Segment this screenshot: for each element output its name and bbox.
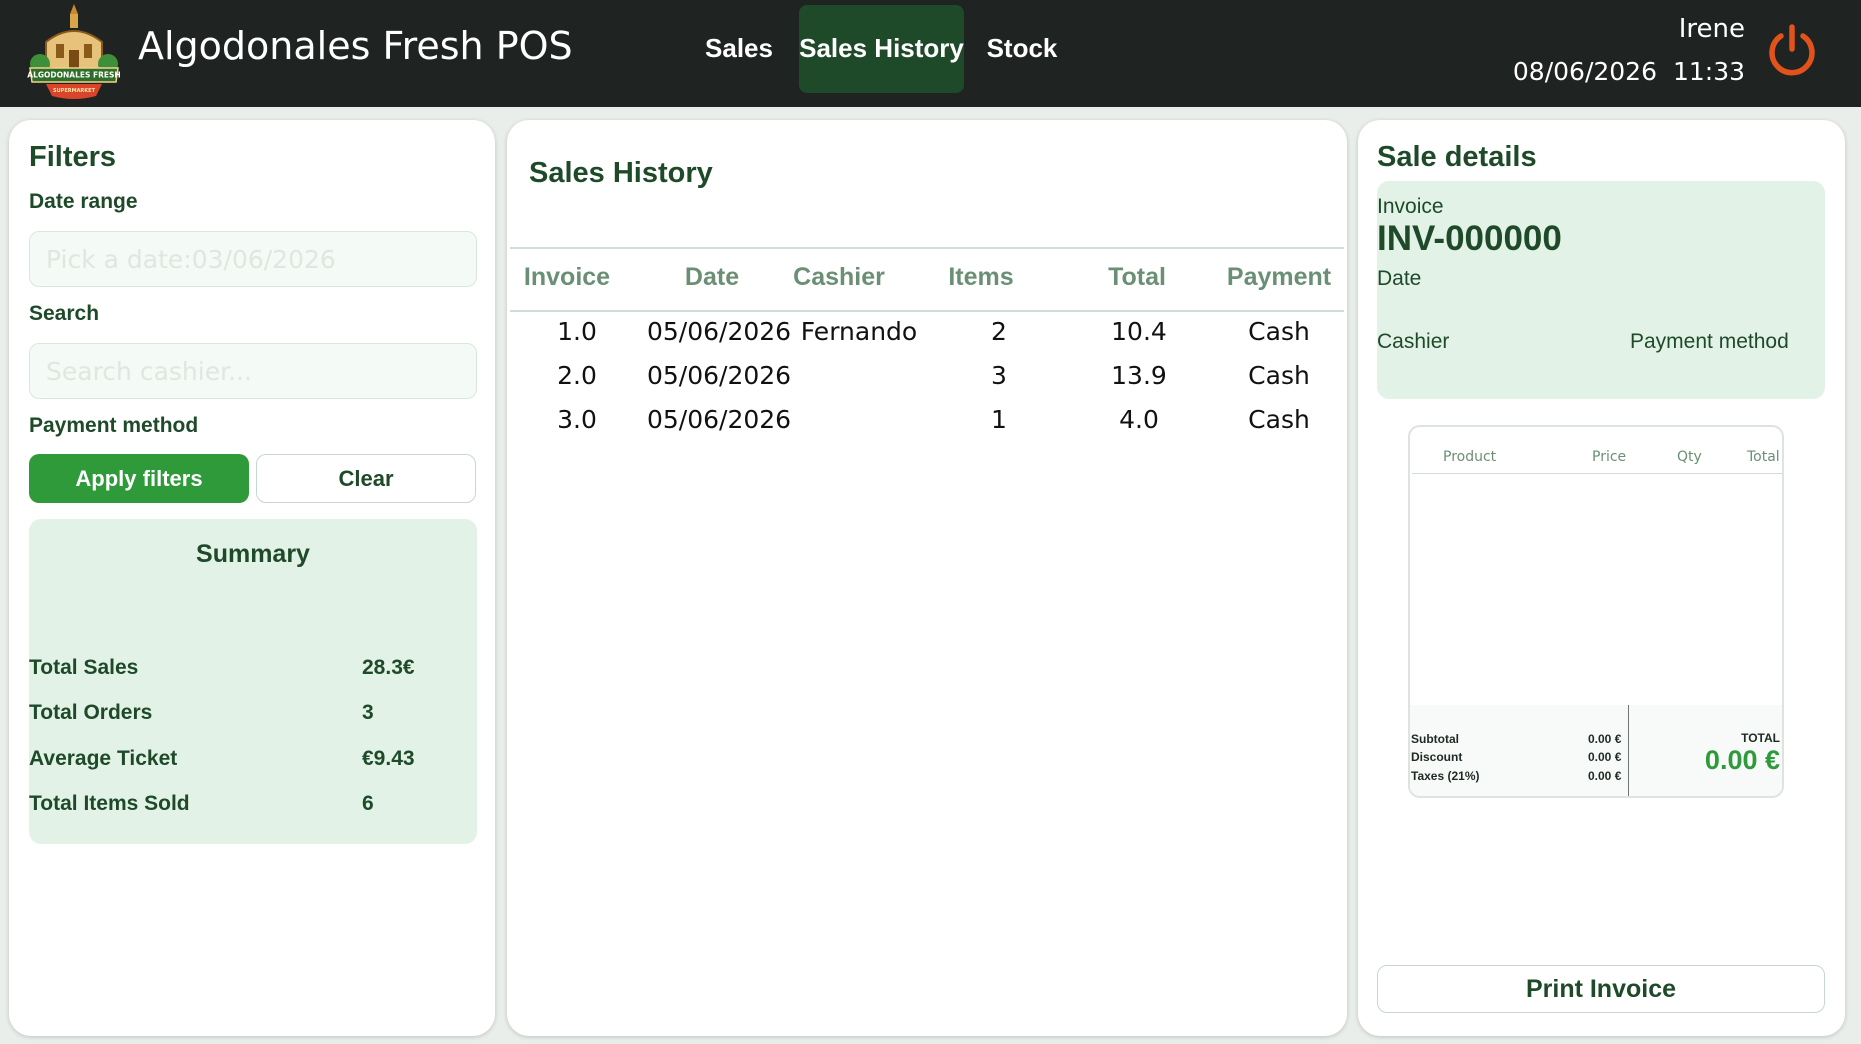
tab-sales-history[interactable]: Sales History [799, 5, 964, 93]
current-date: 08/06/2026 [1512, 57, 1657, 86]
column-header-cashier[interactable]: Cashier [769, 263, 909, 292]
receipt-preview: Product Price Qty Total Subtotal 0.00 € … [1408, 425, 1784, 798]
receipt-column-qty: Qty [1677, 449, 1702, 465]
cell-payment: Cash [1248, 405, 1310, 434]
discount-value: 0.00 € [1588, 750, 1622, 764]
clear-filters-button[interactable]: Clear [256, 454, 476, 503]
cell-items: 3 [991, 361, 1007, 390]
invoice-info-card: Invoice INV-000000 Date Cashier Payment … [1377, 181, 1825, 399]
cell-payment: Cash [1248, 361, 1310, 390]
summary-value: 6 [362, 792, 374, 815]
date-range-label: Date range [29, 190, 138, 213]
taxes-label: Taxes (21%) [1411, 769, 1480, 783]
tab-stock[interactable]: Stock [982, 5, 1062, 93]
summary-row-total-orders: Total Orders 3 [29, 701, 477, 731]
receipt-footer-divider [1628, 705, 1629, 796]
filters-title: Filters [29, 141, 117, 173]
summary-row-average-ticket: Average Ticket €9.43 [29, 747, 477, 777]
subtotal-value: 0.00 € [1588, 732, 1622, 746]
table-header-divider [510, 310, 1344, 312]
cell-invoice: 1.0 [557, 317, 597, 346]
table-top-divider [510, 247, 1344, 249]
receipt-column-price: Price [1592, 449, 1627, 465]
cell-invoice: 2.0 [557, 361, 597, 390]
cell-date: 05/06/2026 [647, 405, 792, 434]
cell-total: 4.0 [1119, 405, 1159, 434]
discount-label: Discount [1411, 750, 1463, 764]
date-label: Date [1377, 267, 1422, 290]
current-time: 11:33 [1672, 57, 1745, 86]
receipt-total-value: 0.00 € [1704, 745, 1780, 775]
invoice-label: Invoice [1377, 195, 1444, 218]
cell-invoice: 3.0 [557, 405, 597, 434]
apply-filters-button[interactable]: Apply filters [29, 454, 249, 503]
receipt-column-product: Product [1443, 449, 1497, 465]
cell-date: 05/06/2026 [647, 317, 792, 346]
column-header-payment[interactable]: Payment [1219, 263, 1339, 292]
table-row[interactable]: 2.0 05/06/2026 3 13.9 Cash [507, 361, 1347, 401]
payment-method-label: Payment method [29, 414, 199, 437]
column-header-items[interactable]: Items [931, 263, 1031, 292]
search-label: Search [29, 302, 100, 325]
user-name: Irene [1678, 14, 1745, 44]
cell-total: 10.4 [1111, 317, 1167, 346]
summary-label: Total Orders [29, 701, 153, 724]
summary-label: Average Ticket [29, 747, 178, 770]
column-header-date[interactable]: Date [647, 263, 777, 292]
cell-date: 05/06/2026 [647, 361, 792, 390]
cashier-label: Cashier [1377, 330, 1450, 353]
power-icon[interactable] [1764, 22, 1820, 78]
summary-label: Total Sales [29, 656, 139, 679]
summary-value: 28.3€ [362, 656, 415, 679]
summary-card: Summary Total Sales 28.3€ Total Orders 3… [29, 519, 477, 844]
cell-cashier: Fernando [800, 317, 918, 346]
summary-value: €9.43 [362, 747, 415, 770]
app-title: Algodonales Fresh POS [138, 24, 573, 68]
cell-total: 13.9 [1111, 361, 1167, 390]
receipt-header-divider [1412, 473, 1782, 474]
search-cashier-input[interactable] [29, 343, 477, 399]
column-header-total[interactable]: Total [1087, 263, 1187, 292]
taxes-value: 0.00 € [1588, 769, 1622, 783]
summary-row-total-items: Total Items Sold 6 [29, 792, 477, 822]
summary-row-total-sales: Total Sales 28.3€ [29, 656, 477, 686]
summary-value: 3 [362, 701, 374, 724]
sales-history-panel: Sales History Invoice Date Cashier Items… [507, 120, 1347, 1036]
current-datetime: 08/06/2026 11:33 [1513, 57, 1745, 86]
svg-text:SUPERMARKET: SUPERMARKET [53, 88, 96, 94]
payment-method-label: Payment method [1630, 330, 1789, 353]
filters-panel: Filters Date range Search Payment method… [9, 120, 495, 1036]
summary-title: Summary [196, 540, 310, 568]
table-row[interactable]: 1.0 05/06/2026 Fernando 2 10.4 Cash [507, 317, 1347, 357]
summary-label: Total Items Sold [29, 792, 190, 815]
tab-sales[interactable]: Sales [700, 5, 778, 93]
top-bar: ALGODONALES FRESH SUPERMARKET Algodonale… [0, 0, 1861, 107]
column-header-invoice[interactable]: Invoice [517, 263, 617, 292]
print-invoice-button[interactable]: Print Invoice [1377, 965, 1825, 1013]
subtotal-label: Subtotal [1411, 732, 1459, 746]
invoice-number: INV-000000 [1377, 219, 1562, 258]
svg-text:ALGODONALES FRESH: ALGODONALES FRESH [27, 71, 120, 80]
cell-payment: Cash [1248, 317, 1310, 346]
cell-items: 2 [991, 317, 1007, 346]
sales-history-title: Sales History [529, 157, 713, 189]
sale-details-title: Sale details [1377, 141, 1537, 173]
logo-icon: ALGODONALES FRESH SUPERMARKET [27, 4, 121, 99]
sale-details-panel: Sale details Invoice INV-000000 Date Cas… [1358, 120, 1845, 1036]
receipt-total-label: TOTAL [1741, 731, 1780, 745]
cell-items: 1 [991, 405, 1007, 434]
table-row[interactable]: 3.0 05/06/2026 1 4.0 Cash [507, 405, 1347, 445]
receipt-column-total: Total [1747, 449, 1780, 465]
date-range-input[interactable] [29, 231, 477, 287]
